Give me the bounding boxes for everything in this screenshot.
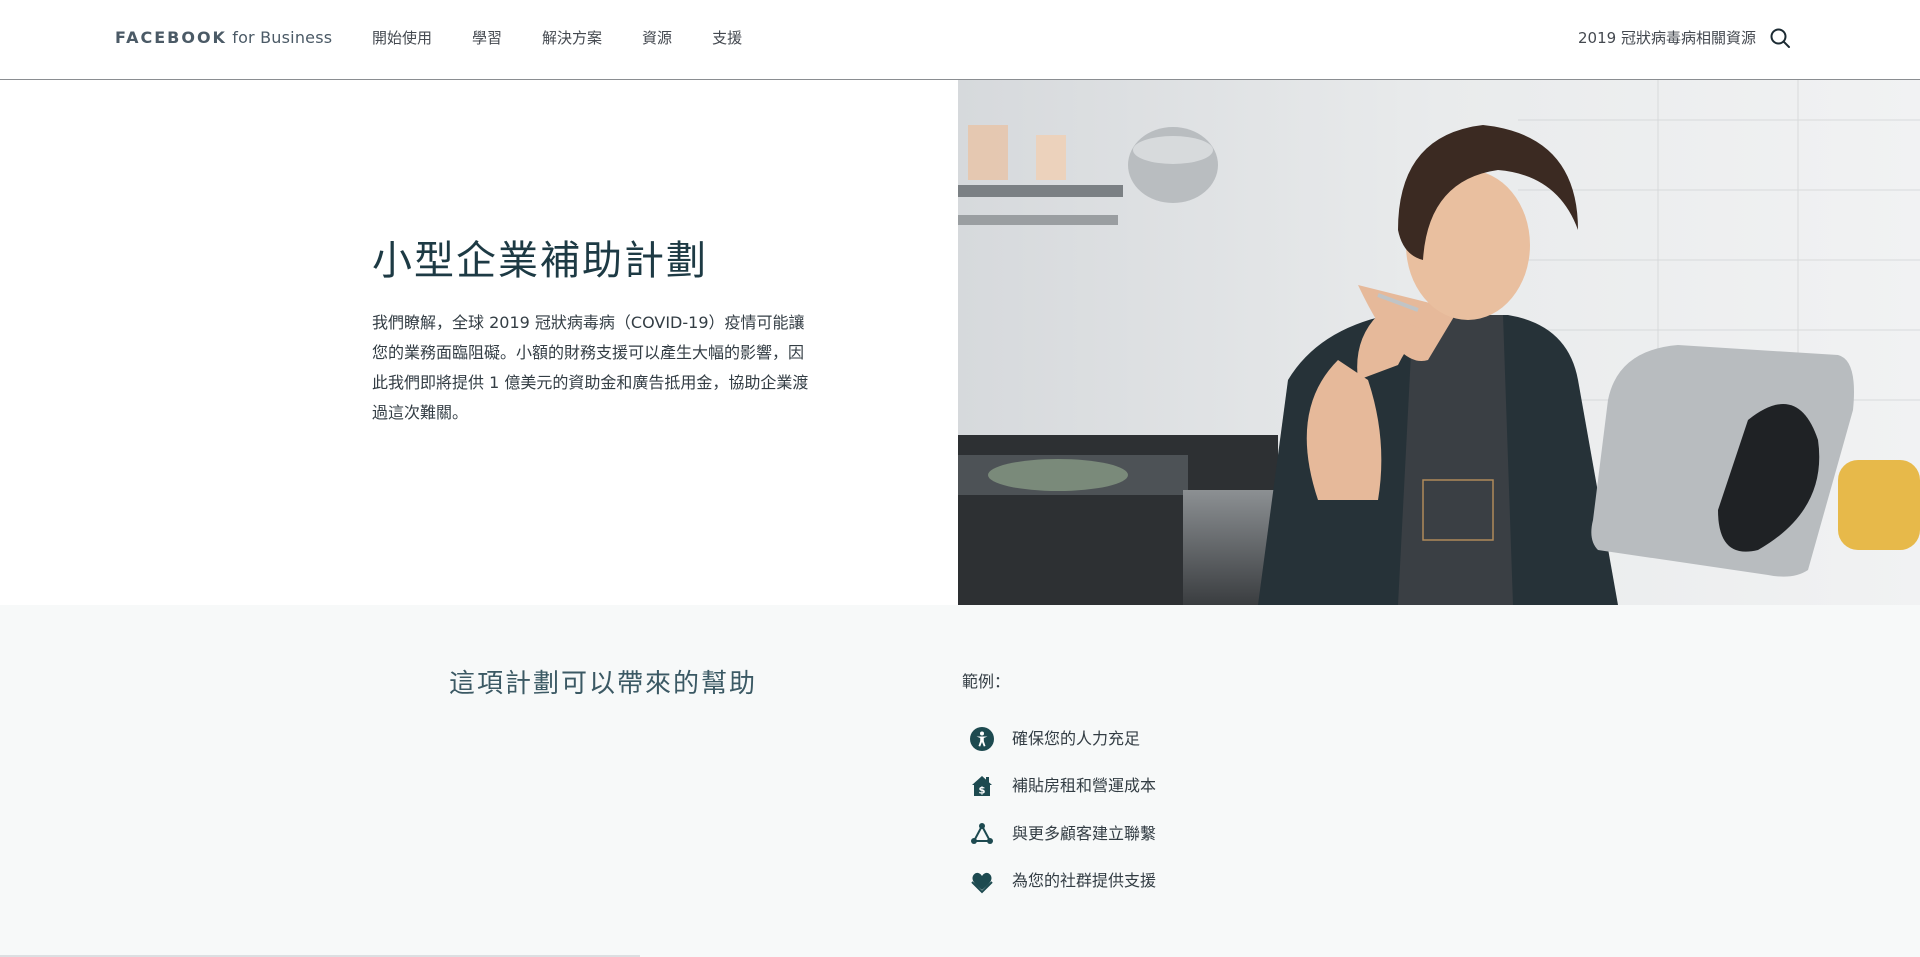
search-icon	[1770, 28, 1790, 48]
heart-hand-icon	[968, 867, 996, 895]
hero-text-panel: 小型企業補助計劃 我們瞭解，全球 2019 冠狀病毒病（COVID-19）疫情可…	[0, 80, 958, 605]
benefit-item-connect: 與更多顧客建立聯繫	[968, 810, 1156, 858]
benefit-item-rent: $ 補貼房租和營運成本	[968, 763, 1156, 811]
main-nav: 開始使用 學習 解決方案 資源 支援	[372, 28, 782, 48]
accessibility-person-icon	[968, 725, 996, 753]
house-dollar-icon: $	[968, 772, 996, 800]
nav-item-support[interactable]: 支援	[712, 28, 742, 48]
benefit-label: 與更多顧客建立聯繫	[1012, 823, 1157, 843]
benefit-label: 補貼房租和營運成本	[1012, 776, 1157, 796]
examples-label: 範例：	[962, 672, 1011, 691]
nav-item-resources[interactable]: 資源	[642, 28, 672, 48]
search-button[interactable]	[1769, 27, 1791, 49]
benefit-label: 為您的社群提供支援	[1012, 871, 1157, 891]
nav-item-get-started[interactable]: 開始使用	[372, 28, 432, 48]
benefit-label: 確保您的人力充足	[1012, 728, 1141, 748]
benefits-heading-wrapper: 這項計劃可以帶來的幫助	[378, 667, 828, 701]
logo-suffix-text: for Business	[226, 28, 333, 47]
benefits-list: 確保您的人力充足 $ 補貼房租和營運成本 與更多顧客建立聯繫 為您的社群提供支援	[968, 715, 1156, 905]
page-title: 小型企業補助計劃	[372, 238, 708, 284]
benefit-item-staffing: 確保您的人力充足	[968, 715, 1156, 763]
benefits-heading: 這項計劃可以帶來的幫助	[448, 669, 757, 699]
facebook-for-business-logo[interactable]: FACEBOOK for Business	[115, 28, 332, 48]
nav-item-learn[interactable]: 學習	[472, 28, 502, 48]
covid-resources-link[interactable]: 2019 冠狀病毒病相關資源	[1578, 28, 1756, 48]
nav-item-solutions[interactable]: 解決方案	[542, 28, 602, 48]
network-nodes-icon	[968, 820, 996, 848]
benefit-item-community: 為您的社群提供支援	[968, 858, 1156, 906]
hero-photo-woman-in-kitchen	[958, 80, 1920, 605]
program-benefits-section: 這項計劃可以帶來的幫助 範例： 確保您的人力充足 $ 補貼房租和營運成本 與更多…	[0, 605, 1920, 957]
logo-brand-text: FACEBOOK	[115, 28, 227, 47]
top-navigation-bar: FACEBOOK for Business 開始使用 學習 解決方案 資源 支援…	[0, 0, 1920, 80]
svg-text:$: $	[979, 786, 986, 797]
hero-description: 我們瞭解，全球 2019 冠狀病毒病（COVID-19）疫情可能讓您的業務面臨阻…	[372, 313, 809, 422]
